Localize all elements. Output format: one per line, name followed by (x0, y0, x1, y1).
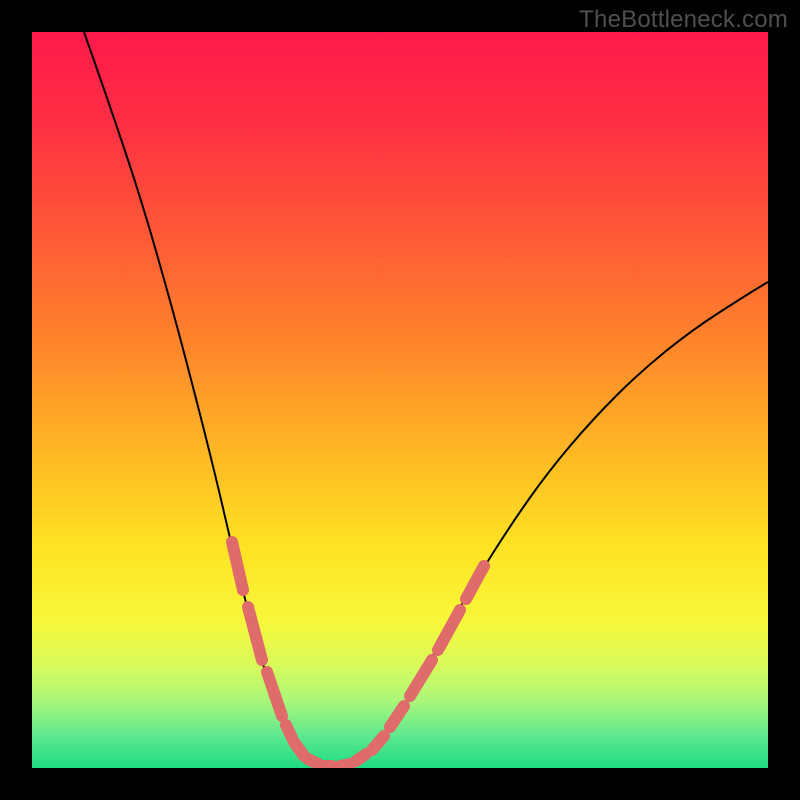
marker-segment (232, 542, 243, 590)
marker-segment (438, 610, 460, 650)
watermark-text: TheBottleneck.com (579, 6, 788, 34)
bottleneck-curve (84, 32, 768, 766)
curve-markers (232, 542, 484, 766)
plot-area (32, 32, 768, 768)
marker-segment (356, 754, 366, 761)
marker-segment (340, 764, 350, 766)
marker-segment (294, 742, 304, 756)
marker-segment (390, 706, 404, 727)
outer-frame: TheBottleneck.com (0, 0, 800, 800)
marker-segment (267, 672, 282, 716)
marker-segment (248, 607, 262, 660)
marker-segment (308, 759, 318, 764)
marker-segment (466, 566, 484, 599)
marker-segment (372, 736, 384, 750)
marker-segment (410, 660, 432, 696)
marker-segment (286, 725, 292, 738)
curve-layer (32, 32, 768, 768)
